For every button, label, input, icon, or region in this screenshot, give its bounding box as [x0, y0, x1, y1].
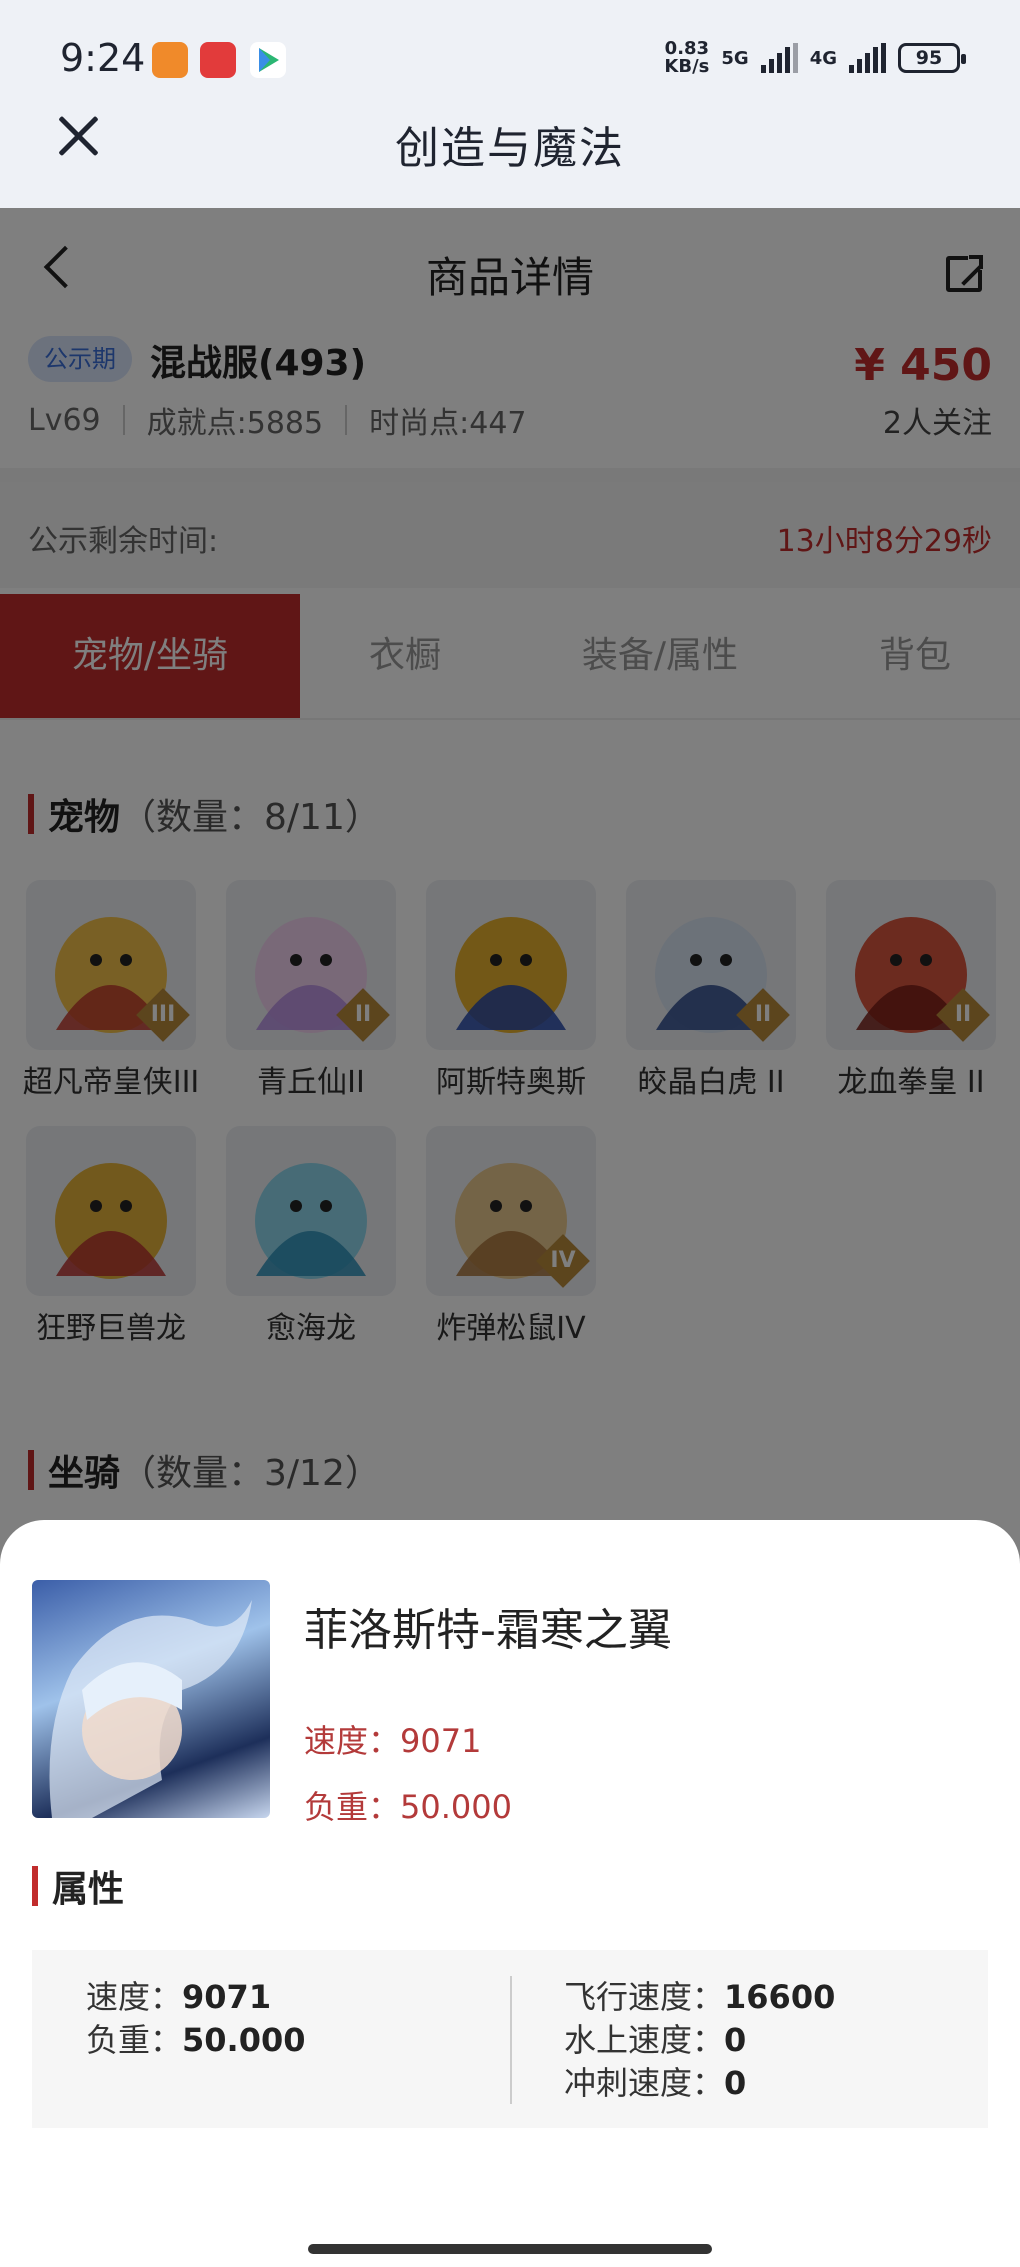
attr-row: 负重：50.000 — [86, 2021, 306, 2059]
mount-name: 菲洛斯特-霜寒之翼 — [304, 1605, 672, 1656]
attributes-panel: 速度：9071 负重：50.000 飞行速度：16600 水上速度：0 冲刺速度… — [32, 1950, 988, 2128]
news-app-icon — [200, 42, 236, 78]
attr-row: 飞行速度：16600 — [564, 1978, 836, 2016]
attributes-left: 速度：9071 负重：50.000 — [86, 1976, 306, 2062]
webview-title: 创造与魔法 — [395, 123, 625, 174]
shopping-app-icon — [152, 42, 188, 78]
signal-icon-2 — [849, 43, 886, 73]
mount-load: 负重：50.000 — [304, 1788, 512, 1826]
status-bar: 9:24 0.83 KB/s 5G 4G 95 — [0, 0, 1020, 120]
battery-icon: 95 — [898, 43, 966, 73]
signal-icon — [760, 43, 798, 73]
section-marker — [32, 1866, 38, 1906]
mount-image — [32, 1580, 270, 1818]
network-5g-label: 5G — [721, 47, 749, 69]
home-indicator[interactable] — [308, 2244, 712, 2254]
attr-divider — [510, 1976, 512, 2104]
attr-row: 速度：9071 — [86, 1978, 272, 2016]
network-4g-label: 4G — [809, 47, 837, 69]
attr-row: 冲刺速度：0 — [564, 2064, 747, 2102]
attr-row: 水上速度：0 — [564, 2021, 747, 2059]
mount-detail-sheet: 菲洛斯特-霜寒之翼 速度：9071 负重：50.000 属性 速度：9071 负… — [0, 1520, 1020, 2267]
status-time: 9:24 — [60, 36, 146, 80]
attributes-title: 属性 — [32, 1860, 124, 1912]
mount-speed: 速度：9071 — [304, 1722, 482, 1760]
network-speed: 0.83 KB/s — [664, 38, 710, 77]
attributes-right: 飞行速度：16600 水上速度：0 冲刺速度：0 — [564, 1976, 835, 2105]
play-store-icon — [250, 42, 286, 78]
